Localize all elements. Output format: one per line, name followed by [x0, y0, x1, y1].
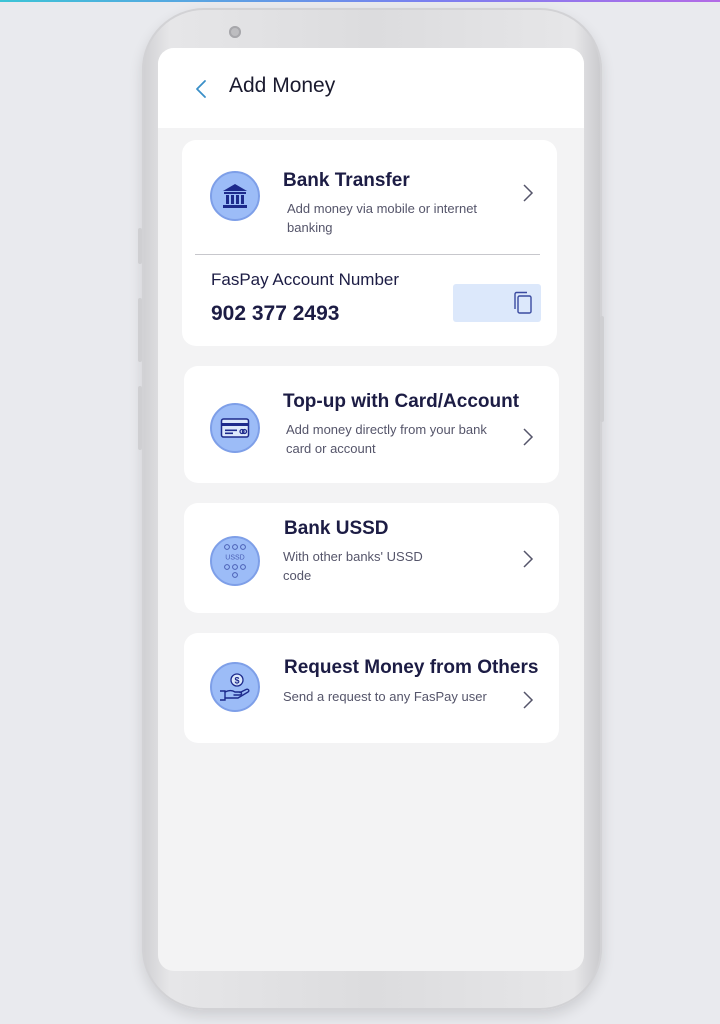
- copy-icon: [514, 291, 532, 314]
- option-title: Bank USSD: [284, 518, 389, 539]
- bank-transfer-row[interactable]: Bank Transfer Add money via mobile or in…: [182, 140, 557, 252]
- back-arrow-icon[interactable]: [190, 77, 214, 101]
- ussd-keypad-icon: USSD: [210, 536, 260, 586]
- option-card-ussd[interactable]: USSD Bank USSD With other banks' USSD co…: [184, 503, 559, 613]
- option-title: Request Money from Others: [284, 657, 539, 678]
- bank-icon: [210, 171, 260, 221]
- phone-side-button: [138, 228, 142, 264]
- option-description: Send a request to any FasPay user: [283, 689, 487, 704]
- account-number-value: 902 377 2493: [211, 302, 340, 325]
- account-number-label: FasPay Account Number: [211, 270, 400, 289]
- bank-transfer-card: Bank Transfer Add money via mobile or in…: [182, 140, 557, 346]
- app-header: Add Money: [158, 48, 584, 128]
- app-screen: Add Money Bank Transfer Add money via mo…: [158, 48, 584, 971]
- ussd-icon-text: USSD: [225, 555, 244, 562]
- copy-account-button[interactable]: [453, 284, 541, 322]
- credit-card-icon: [210, 403, 260, 453]
- phone-volume-down-button: [138, 386, 142, 450]
- divider: [195, 254, 540, 255]
- option-title: Top-up with Card/Account: [283, 391, 520, 412]
- chevron-right-icon: [523, 184, 534, 202]
- bank-transfer-title: Bank Transfer: [283, 170, 410, 191]
- phone-power-button: [600, 316, 604, 422]
- hand-money-icon: $: [210, 662, 260, 712]
- option-description: With other banks' USSD code: [283, 549, 423, 583]
- top-accent-line: [0, 0, 720, 2]
- chevron-right-icon: [523, 550, 534, 568]
- option-card-topup[interactable]: Top-up with Card/Account Add money direc…: [184, 366, 559, 483]
- bank-transfer-description: Add money via mobile or internet banking: [287, 201, 478, 235]
- chevron-right-icon: [523, 691, 534, 709]
- option-card-request-money[interactable]: $ Request Money from Others Send a reque…: [184, 633, 559, 743]
- svg-text:$: $: [234, 675, 239, 685]
- camera-dot: [229, 26, 241, 38]
- page-title: Add Money: [229, 74, 336, 97]
- phone-volume-up-button: [138, 298, 142, 362]
- chevron-right-icon: [523, 428, 534, 446]
- option-description: Add money directly from your bank card o…: [286, 422, 487, 456]
